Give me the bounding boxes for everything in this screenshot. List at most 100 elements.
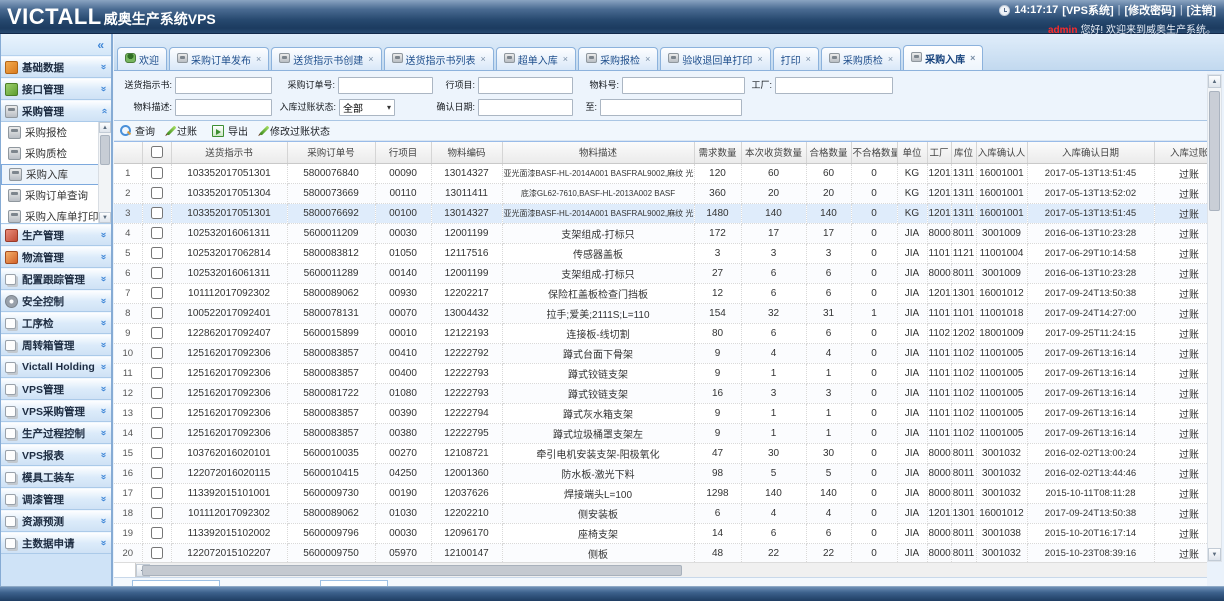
table-row[interactable]: 310335201705130158000766920010013014327亚… — [114, 203, 1207, 223]
po-number-input[interactable] — [338, 77, 433, 94]
close-tab-icon[interactable]: × — [368, 55, 373, 64]
table-row[interactable]: 1212516201709230658000817220108012222793… — [114, 383, 1207, 403]
column-header-合格数量[interactable]: 合格数量 — [806, 142, 851, 163]
row-checkbox[interactable] — [151, 507, 163, 519]
table-row[interactable]: 1510376201602010156000100350027012108721… — [114, 443, 1207, 463]
sidebar-group-物流管理[interactable]: 物流管理 « — [1, 246, 111, 268]
sidebar-group-资源预测[interactable]: 资源预测 « — [1, 510, 111, 532]
column-header-采购订单号[interactable]: 采购订单号 — [287, 142, 375, 163]
row-checkbox[interactable] — [151, 227, 163, 239]
scroll-down-icon[interactable]: ▼ — [99, 212, 111, 223]
date-to-input[interactable] — [600, 99, 742, 116]
post-button[interactable]: 过账 — [170, 123, 197, 138]
table-row[interactable]: 1810111201709230258000890620103012202210… — [114, 503, 1207, 523]
tab-采购入库[interactable]: 采购入库 × — [903, 45, 983, 70]
material-desc-input[interactable] — [175, 99, 272, 116]
column-header-入库确认人[interactable]: 入库确认人 — [976, 142, 1027, 163]
row-checkbox[interactable] — [151, 187, 163, 199]
sidebar-subitem-采购入库[interactable]: 采购入库 — [1, 164, 111, 185]
table-row[interactable]: 1711339201510100156000097300019012037626… — [114, 483, 1207, 503]
row-checkbox[interactable] — [151, 347, 163, 359]
sidebar-group-调漆管理[interactable]: 调漆管理 « — [1, 488, 111, 510]
row-checkbox[interactable] — [151, 527, 163, 539]
sidebar-group-安全控制[interactable]: 安全控制 « — [1, 290, 111, 312]
table-row[interactable]: 110335201705130158000768400009013014327亚… — [114, 163, 1207, 183]
row-checkbox[interactable] — [151, 407, 163, 419]
post-status-select[interactable]: 全部 ▾ — [339, 99, 395, 116]
sidebar-group-生产管理[interactable]: 生产管理 « — [1, 224, 111, 246]
sidebar-group-生产过程控制[interactable]: 生产过程控制 « — [1, 422, 111, 444]
sidebar-group-模具工装车[interactable]: 模具工装车 « — [1, 466, 111, 488]
scroll-up-icon[interactable]: ▲ — [99, 122, 111, 133]
row-checkbox[interactable] — [151, 487, 163, 499]
horizontal-scrollbar[interactable]: ◀ — [114, 562, 1207, 577]
table-row[interactable]: 210335201705130458000736690011013011411底… — [114, 183, 1207, 203]
close-tab-icon[interactable]: × — [888, 55, 893, 64]
sidebar-subitem-采购入库单打印[interactable]: 采购入库单打印 — [1, 206, 111, 224]
line-item-input[interactable] — [478, 77, 573, 94]
table-row[interactable]: 1312516201709230658000838570039012222794… — [114, 403, 1207, 423]
close-tab-icon[interactable]: × — [806, 55, 811, 64]
sidebar-group-VPS报表[interactable]: VPS报表 « — [1, 444, 111, 466]
close-tab-icon[interactable]: × — [970, 54, 975, 63]
row-checkbox[interactable] — [151, 207, 163, 219]
table-row[interactable]: 810052201709240158000781310007013004432拉… — [114, 303, 1207, 323]
table-row[interactable]: 410253201606131156000112090003012001199支… — [114, 223, 1207, 243]
sidebar-group-基础数据[interactable]: 基础数据 « — [1, 56, 111, 78]
table-row[interactable]: 1612207201602011556000104150425012001360… — [114, 463, 1207, 483]
table-row[interactable]: 710111201709230258000890620093012202217保… — [114, 283, 1207, 303]
confirm-date-input[interactable] — [478, 99, 573, 116]
material-no-input[interactable] — [622, 77, 745, 94]
row-checkbox[interactable] — [151, 387, 163, 399]
sidebar-group-主数据申请[interactable]: 主数据申请 « — [1, 532, 111, 554]
table-row[interactable]: 1412516201709230658000838570038012222795… — [114, 423, 1207, 443]
table-row[interactable]: 610253201606131156000112890014012001199支… — [114, 263, 1207, 283]
sidebar-group-VPS采购管理[interactable]: VPS采购管理 « — [1, 400, 111, 422]
row-checkbox[interactable] — [151, 367, 163, 379]
row-checkbox[interactable] — [151, 287, 163, 299]
table-row[interactable]: 2012207201510220756000097500597012100147… — [114, 543, 1207, 562]
tab-采购报检[interactable]: 采购报检 × — [578, 47, 658, 70]
factory-input[interactable] — [775, 77, 893, 94]
horizontal-scroll-thumb[interactable] — [142, 565, 682, 576]
column-header-本次收货数量[interactable]: 本次收货数量 — [741, 142, 806, 163]
close-tab-icon[interactable]: × — [645, 55, 650, 64]
row-checkbox[interactable] — [151, 547, 163, 559]
tab-欢迎[interactable]: 欢迎 — [117, 47, 167, 70]
tab-送货指示书创建[interactable]: 送货指示书创建 × — [271, 47, 381, 70]
row-checkbox[interactable] — [151, 307, 163, 319]
select-all-checkbox[interactable] — [151, 146, 163, 158]
tab-打印[interactable]: 打印 × — [773, 47, 819, 70]
column-header-行项目[interactable]: 行项目 — [375, 142, 431, 163]
row-checkbox[interactable] — [151, 447, 163, 459]
table-row[interactable]: 912286201709240756000158990001012122193连… — [114, 323, 1207, 343]
sidebar-group-配置跟踪管理[interactable]: 配置跟踪管理 « — [1, 268, 111, 290]
link-logout[interactable]: [注销] — [1187, 2, 1216, 18]
row-checkbox[interactable] — [151, 427, 163, 439]
close-tab-icon[interactable]: × — [481, 55, 486, 64]
tab-送货指示书列表[interactable]: 送货指示书列表 × — [384, 47, 494, 70]
link-change-password[interactable]: [修改密码] — [1124, 2, 1175, 18]
sidebar-subitem-采购订单查询[interactable]: 采购订单查询 — [1, 185, 111, 206]
row-checkbox[interactable] — [151, 247, 163, 259]
sidebar-group-Victall Holding[interactable]: Victall Holding « — [1, 356, 111, 378]
collapse-sidebar-icon[interactable]: « — [97, 39, 104, 51]
tab-超单入库[interactable]: 超单入库 × — [496, 47, 576, 70]
vertical-scroll-thumb[interactable] — [1209, 91, 1220, 211]
scroll-up-icon[interactable]: ▲ — [1208, 75, 1221, 88]
close-tab-icon[interactable]: × — [256, 55, 261, 64]
column-header-库位[interactable]: 库位 — [951, 142, 976, 163]
sidebar-group-工序检[interactable]: 工序检 « — [1, 312, 111, 334]
close-tab-icon[interactable]: × — [563, 55, 568, 64]
column-header-工厂[interactable]: 工厂 — [927, 142, 951, 163]
vertical-scrollbar[interactable]: ▲ ▼ — [1207, 74, 1222, 562]
row-checkbox[interactable] — [151, 267, 163, 279]
sidebar-group-VPS管理[interactable]: VPS管理 « — [1, 378, 111, 400]
row-checkbox[interactable] — [151, 167, 163, 179]
table-row[interactable]: 1911339201510200256000097960003012096170… — [114, 523, 1207, 543]
modify-post-status-button[interactable]: 修改过账状态 — [263, 123, 330, 138]
close-tab-icon[interactable]: × — [757, 55, 762, 64]
tab-采购订单发布[interactable]: 采购订单发布 × — [169, 47, 269, 70]
delivery-note-input[interactable] — [175, 77, 272, 94]
column-header-入库确认日期[interactable]: 入库确认日期 — [1027, 142, 1154, 163]
